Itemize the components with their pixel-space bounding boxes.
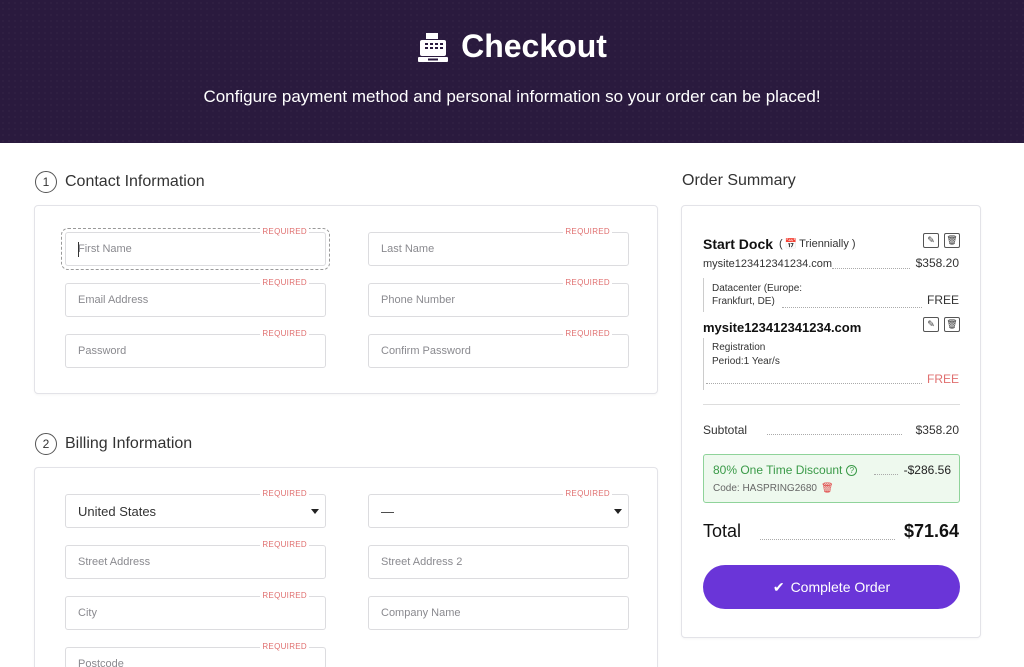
subtotal-label: Subtotal xyxy=(703,423,748,437)
discount-label: 80% One Time Discount xyxy=(713,463,843,477)
domain-price: FREE xyxy=(926,372,959,386)
domain-line1: Registration xyxy=(712,342,766,353)
order-summary-card: Start Dock ( 📅 Triennially ) ✎ 🗑 mysite1… xyxy=(681,205,981,638)
option-line2: Frankfurt, DE) xyxy=(712,296,775,307)
state-value: — xyxy=(381,504,394,519)
required-label: REQUIRED xyxy=(260,278,309,287)
trash-icon[interactable]: 🗑 xyxy=(821,483,834,494)
last-name-placeholder: Last Name xyxy=(381,243,435,255)
required-label: REQUIRED xyxy=(563,489,612,498)
option-bracket xyxy=(703,278,704,312)
street2-input[interactable]: Street Address 2 xyxy=(368,545,629,579)
cycle-text: Triennially ) xyxy=(799,238,856,250)
contact-title-text: Contact Information xyxy=(65,173,205,190)
discount-value: -$286.56 xyxy=(903,463,951,477)
required-label: REQUIRED xyxy=(260,642,309,651)
check-icon: ✔ xyxy=(772,578,785,595)
email-placeholder: Email Address xyxy=(78,294,149,306)
product-name: Start Dock xyxy=(703,236,774,252)
trash-icon[interactable]: 🗑 xyxy=(944,233,960,248)
page-title: Checkout xyxy=(0,28,1024,65)
city-input[interactable]: City REQUIRED xyxy=(65,591,326,630)
discount-code: Code: HASPRING2680 xyxy=(713,483,817,494)
required-label: REQUIRED xyxy=(563,227,612,236)
required-label: REQUIRED xyxy=(260,329,309,338)
dotted-leader xyxy=(782,307,922,308)
password-placeholder: Password xyxy=(78,345,127,357)
edit-icon[interactable]: ✎ xyxy=(923,317,939,332)
chevron-down-icon xyxy=(614,509,622,514)
complete-order-label: Complete Order xyxy=(790,579,891,595)
required-label: REQUIRED xyxy=(260,227,309,236)
confirm-password-placeholder: Confirm Password xyxy=(381,345,471,357)
total-value: $71.64 xyxy=(903,521,959,541)
discount-label-row: 80% One Time Discount ? xyxy=(713,463,858,477)
domain-line2: Period:1 Year/s xyxy=(712,356,780,367)
last-name-input[interactable]: Last Name REQUIRED xyxy=(368,227,629,266)
contact-card: First Name REQUIRED Last Name REQUIRED E… xyxy=(34,205,658,394)
billing-cycle: ( 📅 Triennially ) xyxy=(779,238,856,250)
contact-section-title: 1 Contact Information xyxy=(35,171,205,193)
discount-code-row: Code: HASPRING2680 🗑 xyxy=(713,483,834,494)
postcode-input[interactable]: Postcode REQUIRED xyxy=(65,642,326,667)
cycle-open: ( xyxy=(779,238,783,250)
required-label: REQUIRED xyxy=(260,591,309,600)
page-subtitle: Configure payment method and personal in… xyxy=(203,87,821,106)
checkout-header: Checkout Configure payment method and pe… xyxy=(0,0,1024,143)
step-number: 2 xyxy=(35,433,57,455)
company-placeholder: Company Name xyxy=(381,607,461,619)
dotted-leader xyxy=(760,539,895,540)
first-name-placeholder: First Name xyxy=(78,243,132,255)
company-input[interactable]: Company Name xyxy=(368,596,629,630)
billing-section-title: 2 Billing Information xyxy=(35,433,192,455)
confirm-password-input[interactable]: Confirm Password REQUIRED xyxy=(368,329,629,368)
street2-placeholder: Street Address 2 xyxy=(381,556,463,568)
discount-box: 80% One Time Discount ? -$286.56 Code: H… xyxy=(703,454,960,503)
order-summary-title: Order Summary xyxy=(682,172,796,189)
password-input[interactable]: Password REQUIRED xyxy=(65,329,326,368)
country-select[interactable]: United States REQUIRED xyxy=(65,489,326,528)
option-line1: Datacenter (Europe: xyxy=(712,283,803,294)
dotted-leader xyxy=(706,383,922,384)
domain-product-name: mysite123412341234.com xyxy=(703,320,862,335)
page-title-text: Checkout xyxy=(461,28,607,64)
calendar-icon: 📅 xyxy=(784,238,798,250)
required-label: REQUIRED xyxy=(563,329,612,338)
email-input[interactable]: Email Address REQUIRED xyxy=(65,278,326,317)
subtotal-value: $358.20 xyxy=(915,423,959,437)
step-number: 1 xyxy=(35,171,57,193)
street-placeholder: Street Address xyxy=(78,556,151,568)
dotted-leader xyxy=(874,474,898,475)
billing-card: United States REQUIRED — REQUIRED Street… xyxy=(34,467,658,667)
state-select[interactable]: — REQUIRED xyxy=(368,489,629,528)
divider xyxy=(703,404,960,405)
total-label: Total xyxy=(703,521,742,541)
option-price: FREE xyxy=(926,293,959,307)
edit-icon[interactable]: ✎ xyxy=(923,233,939,248)
product-header: Start Dock ( 📅 Triennially ) xyxy=(703,236,856,252)
phone-placeholder: Phone Number xyxy=(381,294,455,306)
option-bracket xyxy=(703,338,704,390)
required-label: REQUIRED xyxy=(260,489,309,498)
phone-input[interactable]: Phone Number REQUIRED xyxy=(368,278,629,317)
product-price: $358.20 xyxy=(915,256,959,270)
dotted-leader xyxy=(767,434,902,435)
text-cursor xyxy=(78,242,79,257)
dotted-leader xyxy=(832,268,910,269)
required-label: REQUIRED xyxy=(563,278,612,287)
help-icon[interactable]: ? xyxy=(846,464,858,476)
chevron-down-icon xyxy=(311,509,319,514)
billing-title-text: Billing Information xyxy=(65,435,193,452)
required-label: REQUIRED xyxy=(260,540,309,549)
city-placeholder: City xyxy=(78,607,97,619)
postcode-placeholder: Postcode xyxy=(78,658,124,667)
product-domain: mysite123412341234.com xyxy=(703,258,833,270)
complete-order-button[interactable]: ✔ Complete Order xyxy=(703,565,960,609)
cash-register-icon xyxy=(418,32,449,62)
trash-icon[interactable]: 🗑 xyxy=(944,317,960,332)
street-input[interactable]: Street Address REQUIRED xyxy=(65,540,326,579)
country-value: United States xyxy=(78,504,157,519)
first-name-input[interactable]: First Name REQUIRED xyxy=(61,227,330,270)
